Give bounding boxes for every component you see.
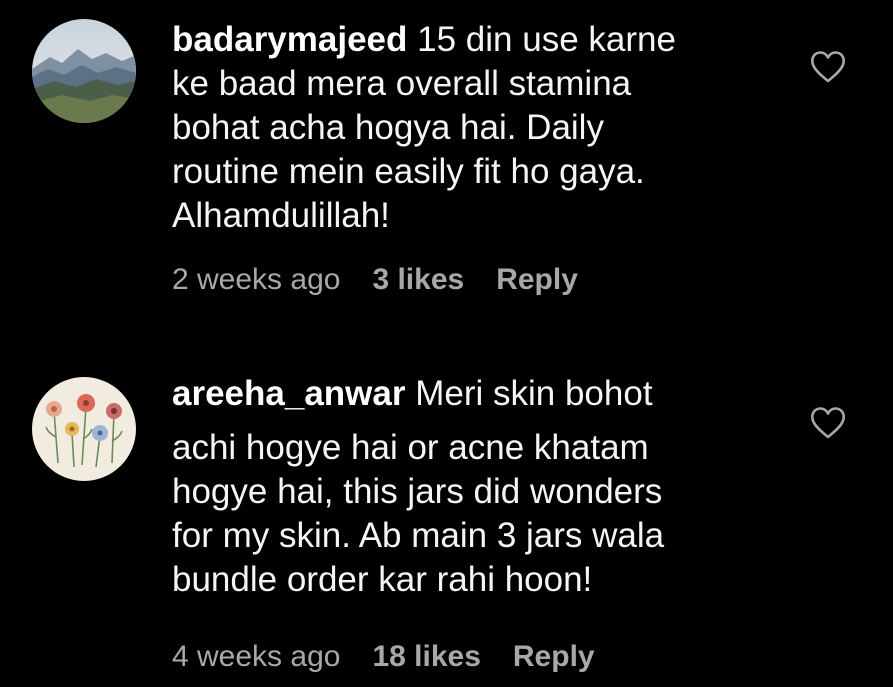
mountain-landscape-icon bbox=[32, 19, 136, 123]
comment-username[interactable]: badarymajeed bbox=[172, 20, 407, 59]
comment-line: Meri skin bohot bbox=[415, 374, 653, 413]
heart-icon[interactable] bbox=[810, 50, 846, 84]
comment-line: bundle order kar rahi hoon! bbox=[172, 560, 593, 599]
comment-meta: 2 weeks ago 3 likes Reply bbox=[172, 262, 578, 298]
comment-timestamp: 2 weeks ago bbox=[172, 263, 341, 296]
comment-line: achi hogye hai or acne khatam bbox=[172, 428, 649, 467]
comment-line: 15 din use karne bbox=[417, 20, 676, 59]
avatar[interactable] bbox=[32, 377, 136, 481]
reply-button[interactable]: Reply bbox=[513, 639, 595, 675]
comment-line: bohat acha hogya hai. Daily bbox=[172, 108, 604, 147]
comment-line: ke baad mera overall stamina bbox=[172, 64, 632, 103]
comment-timestamp: 4 weeks ago bbox=[172, 640, 341, 673]
comment-meta: 4 weeks ago 18 likes Reply bbox=[172, 639, 595, 675]
comment-likes-count[interactable]: 18 likes bbox=[372, 639, 480, 675]
heart-icon[interactable] bbox=[810, 406, 846, 440]
reply-button[interactable]: Reply bbox=[496, 262, 578, 298]
comment: areeha_anwar Meri skin bohot achi hogye … bbox=[0, 360, 893, 687]
wildflowers-icon bbox=[32, 377, 136, 481]
comment-username[interactable]: areeha_anwar bbox=[172, 374, 405, 413]
comment-line: hogye hai, this jars did wonders bbox=[172, 472, 663, 511]
comment-text: badarymajeed 15 din use karne ke baad me… bbox=[172, 18, 772, 238]
comment-line: Alhamdulillah! bbox=[172, 196, 390, 235]
avatar[interactable] bbox=[32, 19, 136, 123]
comment-line: routine mein easily fit ho gaya. bbox=[172, 152, 645, 191]
comment-likes-count[interactable]: 3 likes bbox=[372, 262, 464, 298]
comment-line: for my skin. Ab main 3 jars wala bbox=[172, 516, 665, 555]
comment-text: areeha_anwar Meri skin bohot achi hogye … bbox=[172, 372, 772, 602]
comment: badarymajeed 15 din use karne ke baad me… bbox=[0, 0, 893, 330]
